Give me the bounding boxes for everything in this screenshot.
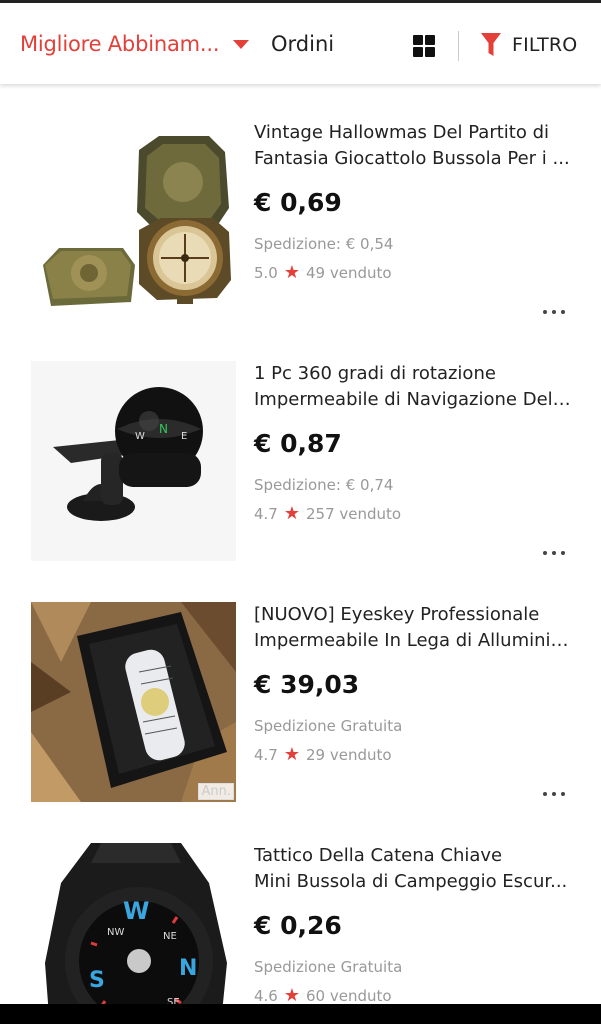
star-icon: ★	[283, 744, 300, 765]
svg-text:S: S	[89, 968, 105, 993]
toolbar-divider	[458, 31, 459, 61]
star-icon: ★	[283, 262, 300, 283]
product-title-line-2[interactable]: Fantasia Giocattolo Bussola Per i ...	[254, 146, 574, 172]
product-rating-row: 4.7 ★ 257 venduto	[254, 504, 574, 524]
more-icon[interactable]	[543, 308, 565, 316]
filter-icon	[481, 33, 501, 56]
product-title-line-2[interactable]: Mini Bussola di Campeggio Escur...	[254, 869, 574, 895]
product-card[interactable]: Ann. [NUOVO] Eyeskey Professionale Imper…	[0, 578, 601, 819]
product-image[interactable]: Ann.	[31, 602, 236, 802]
star-icon: ★	[283, 503, 300, 524]
product-title-line-2[interactable]: Impermeabile In Lega di Alluminio...	[254, 628, 574, 654]
svg-text:E: E	[181, 431, 187, 442]
product-price: € 0,69	[254, 188, 342, 217]
product-title-line-1[interactable]: Tattico Della Catena Chiave	[254, 843, 574, 869]
filter-label: FILTRO	[512, 34, 578, 56]
product-image[interactable]: W N S E NW SE NE SW	[31, 843, 236, 1024]
svg-text:NE: NE	[163, 931, 177, 942]
product-price: € 0,87	[254, 429, 342, 458]
product-sold: 29 venduto	[306, 746, 392, 764]
ad-label: Ann.	[198, 783, 234, 800]
product-title-line-1[interactable]: [NUOVO] Eyeskey Professionale	[254, 602, 574, 628]
filter-button[interactable]: FILTRO	[480, 32, 577, 58]
grid-view-icon[interactable]	[413, 35, 435, 57]
product-list: Vintage Hallowmas Del Partito di Fantasi…	[0, 96, 601, 1024]
product-price: € 39,03	[254, 670, 360, 699]
chevron-down-icon	[233, 39, 250, 49]
product-image[interactable]	[31, 120, 236, 320]
product-shipping: Spedizione: € 0,74	[254, 476, 394, 494]
more-icon[interactable]	[543, 790, 565, 798]
product-info: Tattico Della Catena Chiave Mini Bussola…	[254, 843, 574, 1006]
product-title-line-1[interactable]: 1 Pc 360 gradi di rotazione	[254, 361, 574, 387]
product-rating: 4.7	[254, 746, 278, 764]
product-title-line-2[interactable]: Impermeabile di Navigazione Del ...	[254, 387, 574, 413]
more-icon[interactable]	[543, 549, 565, 557]
product-rating-row: 4.7 ★ 29 venduto	[254, 745, 574, 765]
product-title-line-1[interactable]: Vintage Hallowmas Del Partito di	[254, 120, 574, 146]
sort-dropdown[interactable]: Migliore Abbinam...	[20, 32, 250, 56]
product-rating: 5.0	[254, 264, 278, 282]
product-image[interactable]: N E W	[31, 361, 236, 561]
system-nav-bar	[0, 1004, 601, 1024]
product-sold: 257 venduto	[306, 505, 402, 523]
star-icon: ★	[283, 985, 300, 1006]
product-card[interactable]: Vintage Hallowmas Del Partito di Fantasi…	[0, 96, 601, 337]
svg-text:NW: NW	[107, 927, 124, 938]
product-shipping: Spedizione: € 0,54	[254, 235, 394, 253]
sort-label: Migliore Abbinam...	[20, 32, 220, 56]
product-card[interactable]: N E W 1 Pc 360 gradi di rotazione Imperm…	[0, 337, 601, 578]
product-rating: 4.7	[254, 505, 278, 523]
product-shipping: Spedizione Gratuita	[254, 958, 403, 976]
product-sold: 60 venduto	[306, 987, 392, 1005]
product-info: 1 Pc 360 gradi di rotazione Impermeabile…	[254, 361, 574, 524]
product-card[interactable]: W N S E NW SE NE SW Tatt	[0, 819, 601, 1024]
svg-text:N: N	[179, 956, 197, 981]
product-price: € 0,26	[254, 911, 342, 940]
top-toolbar: Migliore Abbinam... Ordini FILTRO	[0, 0, 601, 84]
product-rating-row: 5.0 ★ 49 venduto	[254, 263, 574, 283]
svg-text:W: W	[123, 897, 149, 925]
product-info: Vintage Hallowmas Del Partito di Fantasi…	[254, 120, 574, 283]
product-sold: 49 venduto	[306, 264, 392, 282]
product-rating: 4.6	[254, 987, 278, 1005]
product-shipping: Spedizione Gratuita	[254, 717, 403, 735]
product-rating-row: 4.6 ★ 60 venduto	[254, 986, 574, 1006]
orders-sort-button[interactable]: Ordini	[271, 32, 334, 56]
svg-text:W: W	[135, 431, 145, 442]
product-info: [NUOVO] Eyeskey Professionale Impermeabi…	[254, 602, 574, 765]
svg-text:N: N	[159, 422, 168, 436]
